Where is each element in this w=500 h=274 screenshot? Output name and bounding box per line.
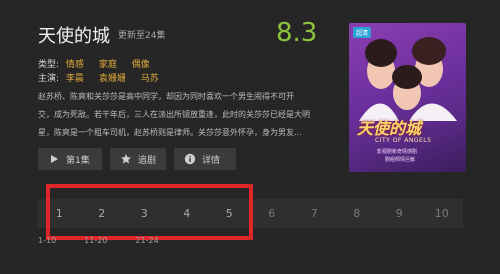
cast-label: 主演: [38,74,60,84]
details-button[interactable]: 详情 [174,148,236,170]
update-status: 更新至24集 [118,31,166,41]
poster-cast-art [359,37,457,121]
cast-member[interactable]: 李晨 [66,74,84,84]
play-episode-button[interactable]: 第1集 [38,148,102,170]
cast-member[interactable]: 马苏 [141,74,159,84]
info-icon [184,153,196,165]
poster-english-title: CITY OF ANGELS [375,137,432,144]
description: 赵苏桥、陈爽和关莎莎是高中同学，却因为同时喜欢一个男生闹得不可开 交，成为死敌。… [38,88,322,142]
rating-score: 8.3 [276,18,318,48]
episode-button[interactable]: 6 [251,199,294,228]
genre-tag[interactable]: 偶像 [132,60,150,70]
poster-tagline: 影视剧新奇情感剧 [377,149,418,155]
follow-series-button[interactable]: 追剧 [110,148,166,170]
details-button-label: 详情 [202,155,221,166]
episode-range-tab[interactable]: 21-24 [135,236,158,245]
show-title: 天使的城 [38,26,110,47]
genre-label: 类型: [38,60,60,70]
poster-title-art: 天使的城 [357,119,422,138]
episode-range-tabs: 1-10 11-20 21-24 [38,236,159,245]
episode-button[interactable]: 7 [293,199,336,228]
description-line: 赵苏桥、陈爽和关莎莎是高中同学，却因为同时喜欢一个男生闹得不可开 [38,92,294,101]
cast-row: 主演: 李晨 袁姗姗 马苏 [38,71,167,84]
episode-button[interactable]: 10 [421,199,464,228]
episode-range-tab[interactable]: 1-10 [38,236,56,245]
genre-row: 类型: 情感 家庭 偶像 [38,57,158,70]
star-icon [120,153,132,165]
follow-button-label: 追剧 [138,155,157,166]
description-line: 交，成为死敌。若干年后，三人在派出所镜放重逢，此时的关莎莎已经是大明 [38,110,310,119]
play-button-label: 第1集 [66,155,90,166]
genre-tag[interactable]: 情感 [66,60,84,70]
description-line: 星，陈爽是一个租车司机，赵苏桥则是律师。关莎莎意外怀孕，身为男友... [38,128,302,137]
play-icon [48,153,60,165]
show-poster[interactable]: 超清 天使的城 CITY OF ANGELS 影视剧新奇情感剧 剧组倾情巨献 [349,23,466,172]
poster-credit: 剧组倾情巨献 [385,157,416,163]
episode-button[interactable]: 8 [336,199,379,228]
selection-highlight [46,184,253,240]
episode-button[interactable]: 9 [378,199,421,228]
cast-member[interactable]: 袁姗姗 [99,74,126,84]
genre-tag[interactable]: 家庭 [99,60,117,70]
episode-range-tab[interactable]: 11-20 [84,236,107,245]
